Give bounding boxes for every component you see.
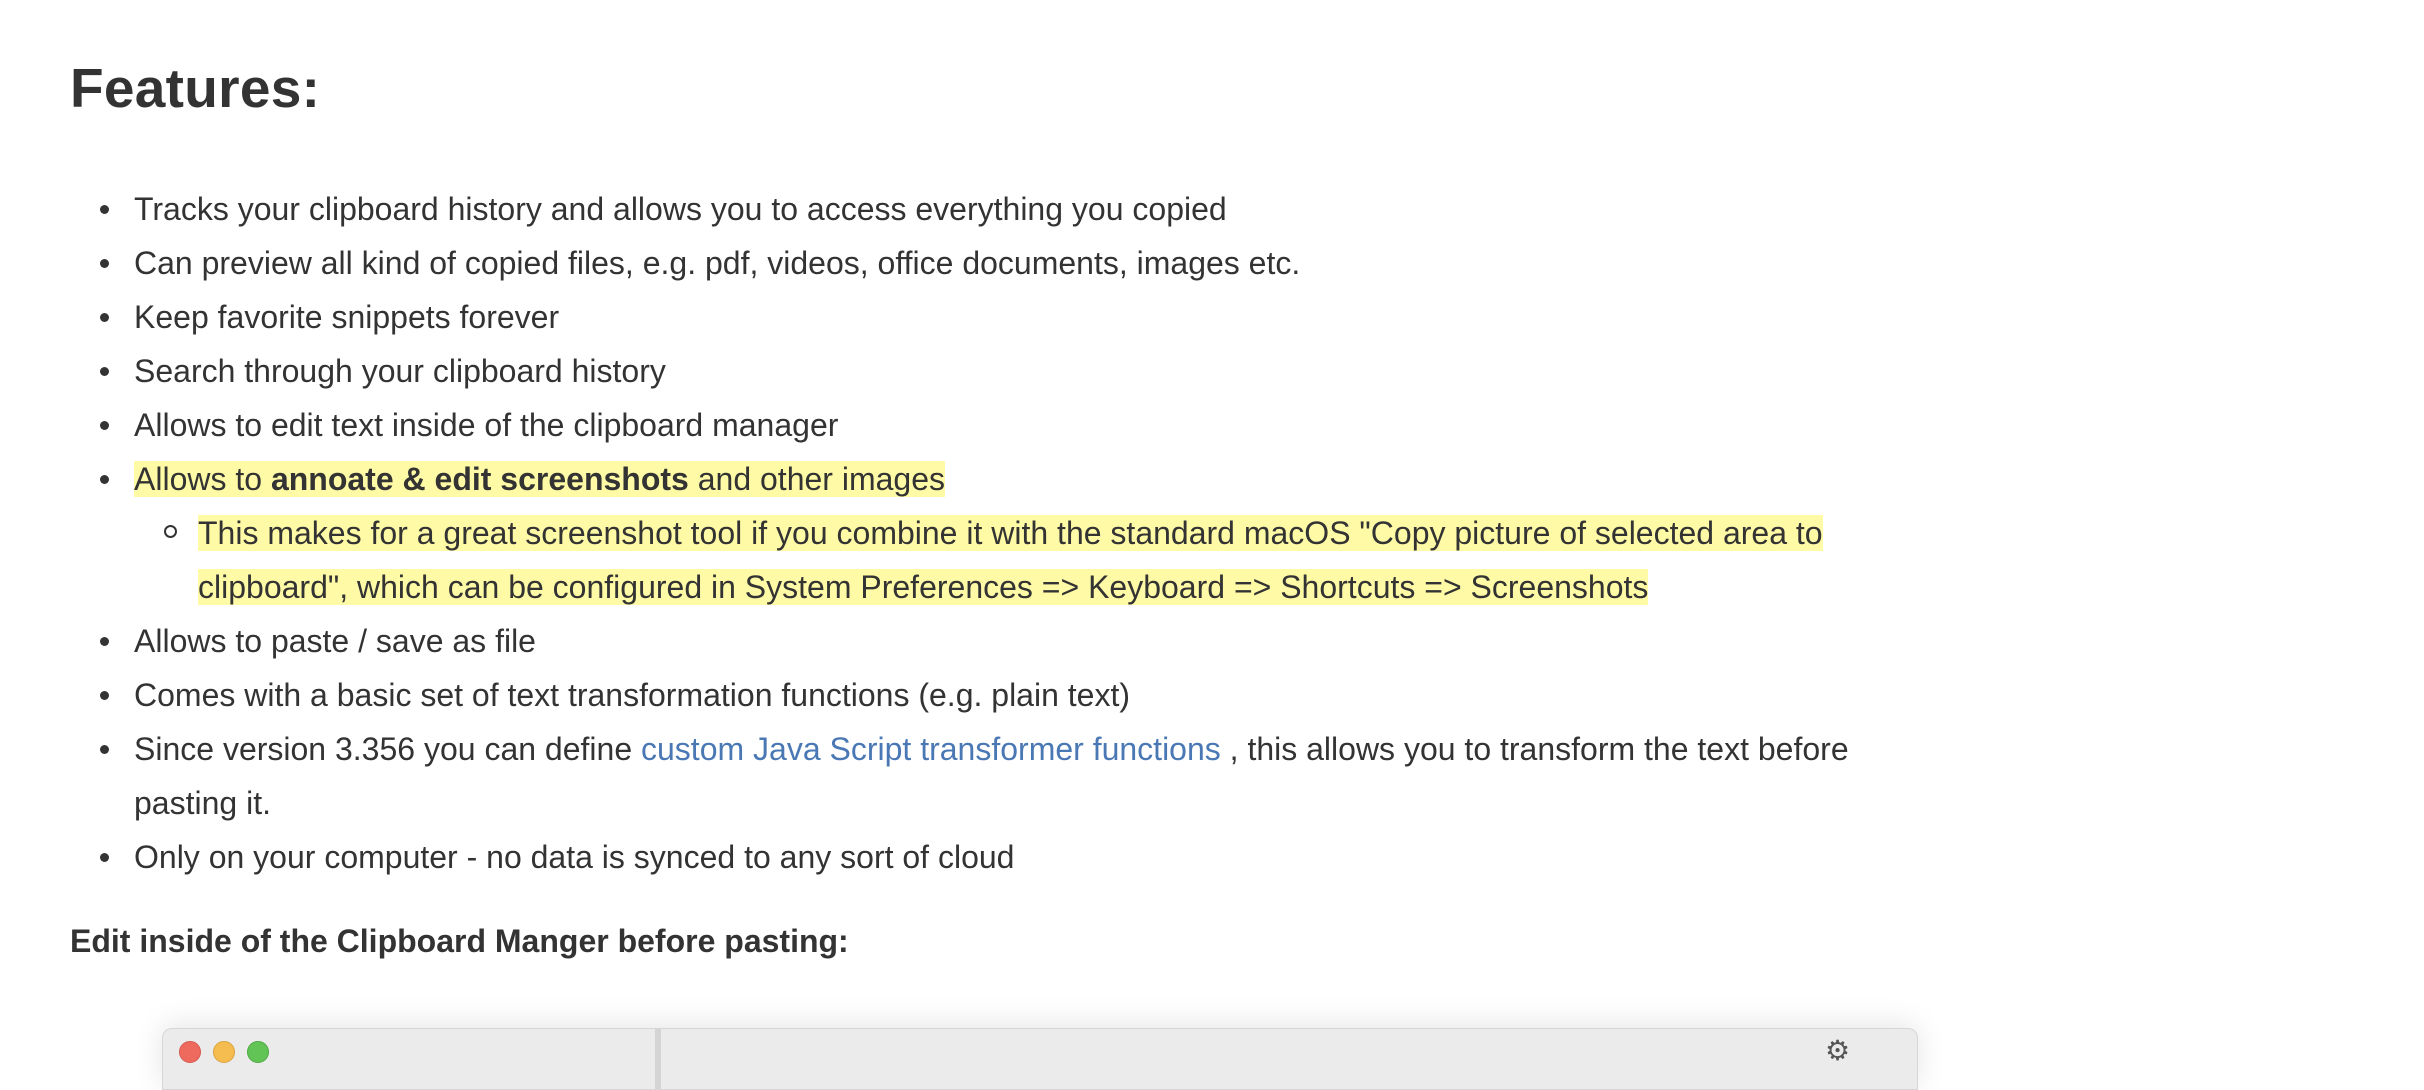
section-heading: Edit inside of the Clipboard Manger befo… bbox=[70, 923, 849, 959]
pane-divider bbox=[655, 1029, 661, 1089]
list-item-text-prefix: Since version 3.356 you can define bbox=[134, 731, 641, 767]
list-item-text-prefix: Allows to bbox=[134, 461, 271, 497]
list-item: Allows to paste / save as file bbox=[100, 614, 2034, 668]
list-item-text: Tracks your clipboard history and allows… bbox=[134, 191, 1227, 227]
list-item: Allows to edit text inside of the clipbo… bbox=[100, 398, 2034, 452]
list-item-text-suffix: , this allows you to transform the text … bbox=[1220, 731, 1849, 767]
list-item-text-suffix: and other images bbox=[688, 461, 945, 497]
highlighted-text: This makes for a great screenshot tool i… bbox=[198, 515, 1823, 551]
page-title: Features: bbox=[70, 57, 321, 119]
sub-item-line-1: This makes for a great screenshot tool i… bbox=[198, 506, 2058, 560]
sub-list: This makes for a great screenshot tool i… bbox=[134, 506, 2034, 614]
highlighted-text: Allows to annoate & edit screenshots and… bbox=[134, 461, 945, 497]
list-item: Keep favorite snippets forever bbox=[100, 290, 2034, 344]
gear-icon: ⚙ bbox=[1825, 1034, 1851, 1067]
bold-emphasis: annoate & edit screenshots bbox=[270, 461, 689, 497]
sub-item-line-2: clipboard", which can be configured in S… bbox=[198, 560, 2058, 614]
list-item-text: Can preview all kind of copied files, e.… bbox=[134, 245, 1301, 281]
list-item-text: Comes with a basic set of text transform… bbox=[134, 677, 1130, 713]
list-item-text: Keep favorite snippets forever bbox=[134, 299, 560, 335]
list-item-text: Only on your computer - no data is synce… bbox=[134, 839, 1015, 875]
close-button-icon bbox=[179, 1041, 201, 1063]
list-item-text: Allows to paste / save as file bbox=[134, 623, 536, 659]
highlighted-text: clipboard", which can be configured in S… bbox=[198, 569, 1649, 605]
minimize-button-icon bbox=[213, 1041, 235, 1063]
list-item-text: Allows to edit text inside of the clipbo… bbox=[134, 407, 839, 443]
transformer-functions-link[interactable]: custom Java Script transformer functions bbox=[641, 731, 1221, 767]
list-item-line-1: Since version 3.356 you can define custo… bbox=[134, 722, 1994, 776]
list-item-text: Search through your clipboard history bbox=[134, 353, 666, 389]
list-item: Comes with a basic set of text transform… bbox=[100, 668, 2034, 722]
maximize-button-icon bbox=[247, 1041, 269, 1063]
list-item: Only on your computer - no data is synce… bbox=[100, 830, 2034, 884]
sub-list-item: This makes for a great screenshot tool i… bbox=[164, 506, 2028, 614]
list-item-highlighted: Allows to annoate & edit screenshots and… bbox=[100, 452, 2034, 614]
feature-list: Tracks your clipboard history and allows… bbox=[70, 182, 2034, 884]
list-item: Tracks your clipboard history and allows… bbox=[100, 182, 2034, 236]
app-window-screenshot: ⚙ bbox=[162, 1028, 1918, 1090]
list-item: Since version 3.356 you can define custo… bbox=[100, 722, 2034, 830]
list-item: Search through your clipboard history bbox=[100, 344, 2034, 398]
list-item: Can preview all kind of copied files, e.… bbox=[100, 236, 2034, 290]
list-item-line-2: pasting it. bbox=[134, 785, 271, 821]
